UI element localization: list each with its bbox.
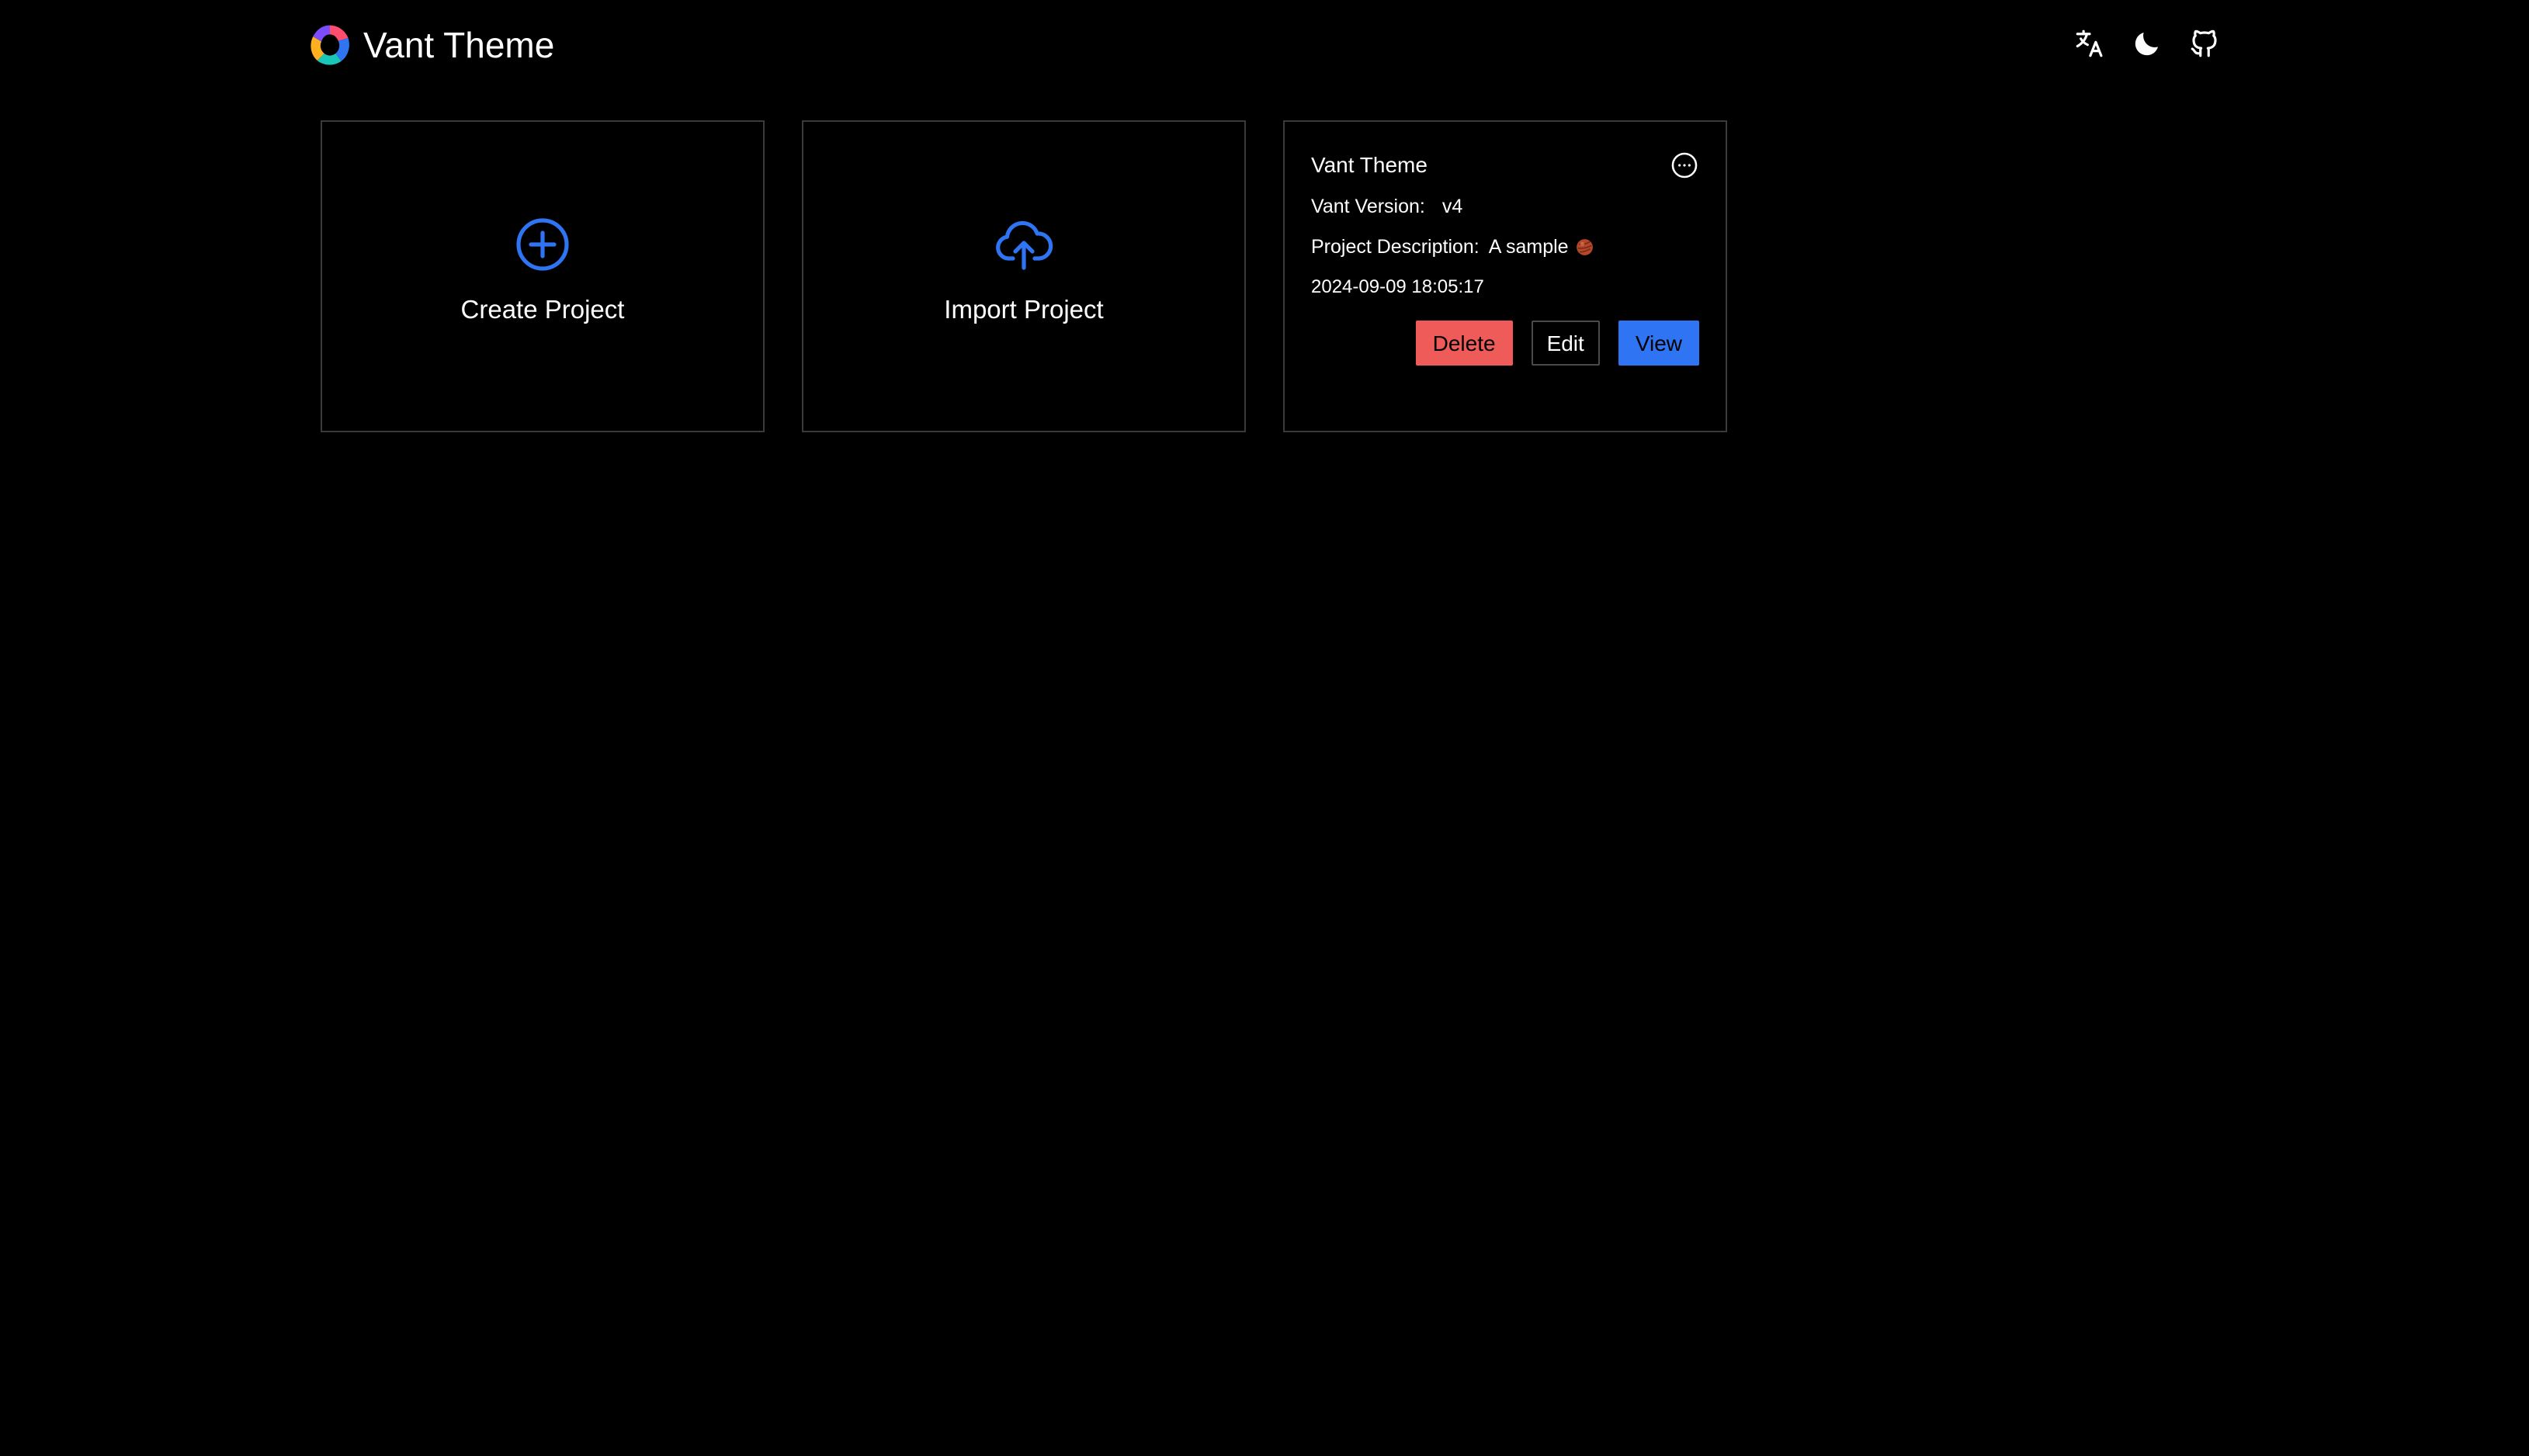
project-version-row: Vant Version: v4 (1311, 193, 1699, 220)
import-icon-wrap (993, 213, 1055, 276)
vant-logo-icon (310, 25, 349, 65)
create-project-label: Create Project (460, 295, 625, 324)
create-project-card[interactable]: Create Project (321, 120, 765, 432)
project-card: Vant Theme Vant Version: v4 Project Desc… (1283, 120, 1727, 432)
view-button[interactable]: View (1618, 321, 1699, 366)
project-timestamp: 2024-09-09 18:05:17 (1311, 276, 1484, 297)
brand[interactable]: Vant Theme (307, 20, 554, 70)
description-value: A sample (1488, 236, 1569, 258)
app-title: Vant Theme (363, 25, 555, 65)
github-button[interactable] (2187, 26, 2222, 61)
more-options-button[interactable] (1668, 149, 1701, 182)
cloud-upload-icon (996, 220, 1053, 270)
edit-button[interactable]: Edit (1531, 321, 1600, 366)
header-actions (2073, 26, 2222, 61)
version-label: Vant Version: (1311, 196, 1425, 217)
delete-button[interactable]: Delete (1415, 321, 1513, 366)
theme-toggle-button[interactable] (2130, 26, 2164, 61)
plus-circle-icon (516, 218, 569, 271)
version-value: v4 (1441, 196, 1463, 217)
create-icon-wrap (512, 213, 574, 276)
more-horizontal-icon (1671, 152, 1698, 179)
project-actions: Delete Edit View (1311, 321, 1699, 366)
translate-icon (2076, 29, 2103, 57)
project-cards: Create Project Import Project Vant Theme (321, 120, 1727, 432)
github-icon (2191, 29, 2217, 57)
top-bar: Vant Theme (0, 0, 2529, 90)
planet-icon (1575, 237, 1594, 257)
translate-button[interactable] (2073, 26, 2107, 61)
import-project-label: Import Project (944, 295, 1104, 324)
project-name: Vant Theme (1311, 153, 1428, 177)
moon-icon (2135, 33, 2158, 56)
project-description-row: Project Description: A sample (1311, 234, 1699, 260)
project-card-header: Vant Theme (1311, 150, 1699, 181)
description-label: Project Description: (1311, 236, 1480, 258)
import-project-card[interactable]: Import Project (802, 120, 1246, 432)
